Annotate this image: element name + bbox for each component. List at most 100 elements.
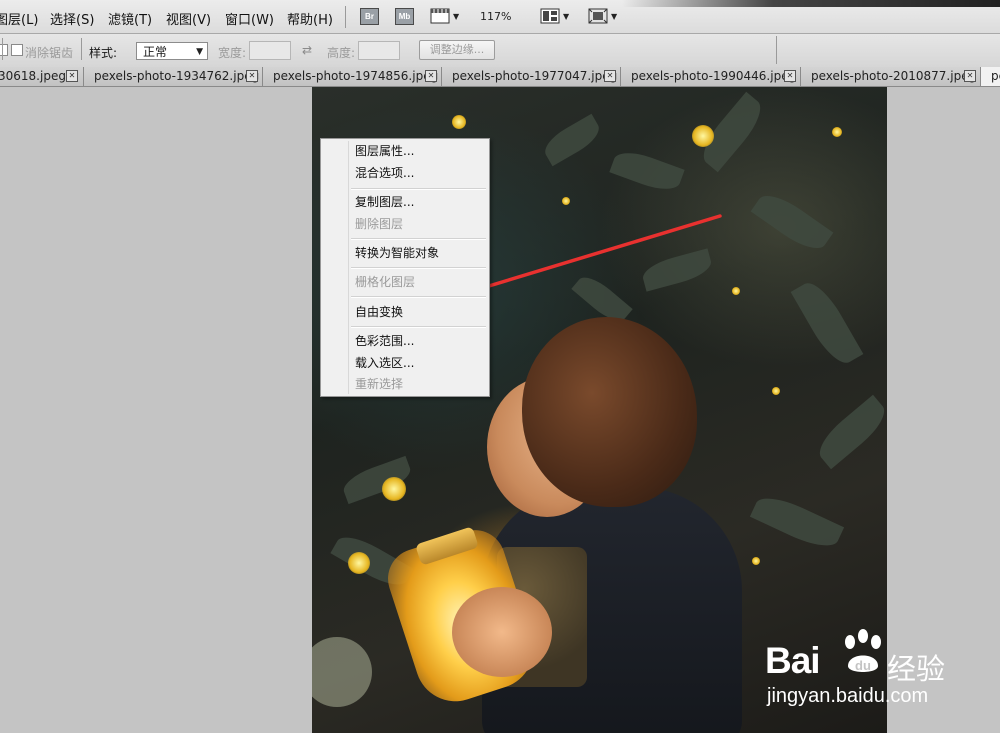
- menu-window[interactable]: 窗口(W): [225, 9, 274, 28]
- watermark-brand-right: 经验: [887, 652, 946, 686]
- options-separator: [776, 36, 777, 64]
- chevron-down-icon: ▼: [196, 47, 203, 57]
- watermark-brand-left: Bai: [765, 640, 821, 681]
- view-extras-icon: [430, 8, 450, 24]
- tab-document[interactable]: pexels-photo-1974856.jpeg ✕: [263, 67, 442, 86]
- photo-foliage: [749, 489, 845, 555]
- photo-bokeh: [772, 387, 780, 395]
- style-label: 样式:: [89, 46, 118, 60]
- tab-document[interactable]: 30618.jpeg ✕: [0, 67, 84, 86]
- close-icon[interactable]: ✕: [66, 70, 78, 82]
- options-bar: 消除锯齿 样式: 正常 ▼ 宽度: ⇄ 高度: 调整边缘...: [0, 34, 1000, 68]
- menu-item-duplicate-layer[interactable]: 复制图层...: [355, 193, 414, 211]
- chevron-down-icon: ▼: [563, 11, 570, 21]
- photo-bokeh: [348, 552, 370, 574]
- options-separator: [81, 38, 82, 60]
- photo-bokeh: [382, 477, 406, 501]
- photo-bokeh: [832, 127, 842, 137]
- menu-bar: 图层(L) 选择(S) 滤镜(T) 视图(V) 窗口(W) 帮助(H) Br M…: [0, 0, 1000, 34]
- menu-layer[interactable]: 图层(L): [0, 9, 38, 28]
- menu-item-reselect[interactable]: 重新选择: [355, 375, 403, 393]
- launch-mini-bridge-button[interactable]: Mb: [395, 6, 414, 26]
- arrange-documents-icon: [540, 8, 560, 24]
- style-select[interactable]: 正常 ▼: [136, 42, 208, 60]
- menu-item-delete-layer[interactable]: 删除图层: [355, 215, 403, 233]
- arrange-documents-button[interactable]: ▼: [540, 6, 569, 26]
- width-field[interactable]: [249, 41, 291, 60]
- menu-select[interactable]: 选择(S): [50, 9, 94, 28]
- baidu-jingyan-watermark: Bai du 经验 jingyan.baidu.com: [762, 628, 992, 713]
- window-titlebar-edge: [622, 0, 1000, 7]
- close-icon[interactable]: ✕: [246, 70, 258, 82]
- menu-help[interactable]: 帮助(H): [287, 9, 333, 28]
- tab-document[interactable]: pexels-photo-1977047.jpeg ✕: [442, 67, 621, 86]
- photo-foliage: [539, 113, 605, 167]
- photo-foliage: [790, 276, 864, 370]
- document-tab-bar: 30618.jpeg ✕ pexels-photo-1934762.jpeg ✕…: [0, 67, 1000, 87]
- antialias-checkbox[interactable]: [11, 44, 23, 56]
- close-icon[interactable]: ✕: [784, 70, 796, 82]
- close-icon[interactable]: ✕: [425, 70, 437, 82]
- menu-separator: [345, 6, 346, 28]
- photo-bokeh: [562, 197, 570, 205]
- menu-item-layer-properties[interactable]: 图层属性...: [355, 142, 414, 160]
- mini-bridge-icon: Mb: [395, 7, 414, 25]
- tab-label: pexels-photo-1990446.jpeg: [631, 69, 797, 83]
- tab-label: pexels-photo-2010877.jpeg: [811, 69, 977, 83]
- menu-separator: [351, 188, 486, 190]
- photo-foliage: [750, 186, 834, 258]
- menu-item-rasterize-layer[interactable]: 栅格化图层: [355, 273, 415, 291]
- height-field[interactable]: [358, 41, 400, 60]
- chevron-down-icon: ▼: [611, 11, 618, 21]
- menu-item-color-range[interactable]: 色彩范围...: [355, 332, 414, 350]
- screen-mode-button[interactable]: ▼: [588, 6, 617, 26]
- photo-bokeh: [732, 287, 740, 295]
- close-icon[interactable]: ✕: [964, 70, 976, 82]
- layer-context-menu: 图层属性... 混合选项... 复制图层... 删除图层 转换为智能对象 栅格化…: [320, 138, 490, 397]
- tab-label: pe: [991, 69, 1000, 83]
- menu-item-blending-options[interactable]: 混合选项...: [355, 164, 414, 182]
- tab-document[interactable]: pexels-photo-1934762.jpeg ✕: [84, 67, 263, 86]
- photo-bokeh: [312, 637, 372, 707]
- photo-bokeh: [692, 125, 714, 147]
- menu-view[interactable]: 视图(V): [166, 9, 211, 28]
- bridge-icon: Br: [360, 7, 379, 25]
- svg-text:du: du: [855, 658, 871, 673]
- close-icon[interactable]: ✕: [604, 70, 616, 82]
- height-label: 高度:: [327, 46, 356, 60]
- tab-label: 30618.jpeg: [0, 69, 66, 83]
- tab-label: pexels-photo-1934762.jpeg: [94, 69, 260, 83]
- menu-item-free-transform[interactable]: 自由变换: [355, 303, 403, 321]
- photo-foliage: [639, 248, 715, 292]
- launch-bridge-button[interactable]: Br: [360, 6, 379, 26]
- menu-filter[interactable]: 滤镜(T): [108, 9, 152, 28]
- baidu-paw-icon: du: [845, 629, 881, 673]
- photo-child-hair: [522, 317, 697, 507]
- tab-label: pexels-photo-1974856.jpeg: [273, 69, 439, 83]
- swap-icon[interactable]: ⇄: [302, 43, 312, 57]
- photo-foliage: [339, 455, 415, 505]
- menu-separator: [351, 238, 486, 240]
- antialias-label: 消除锯齿: [25, 46, 74, 60]
- photo-bokeh: [752, 557, 760, 565]
- menu-item-load-selection[interactable]: 载入选区...: [355, 354, 414, 372]
- refine-edge-button[interactable]: 调整边缘...: [419, 40, 495, 60]
- photo-foliage: [811, 394, 887, 470]
- menu-item-convert-to-smart-object[interactable]: 转换为智能对象: [355, 244, 439, 262]
- photo-foliage: [609, 145, 685, 197]
- tab-document[interactable]: pexels-photo-1990446.jpeg ✕: [621, 67, 801, 86]
- photo-bokeh: [452, 115, 466, 129]
- tab-document-active[interactable]: pe: [981, 67, 1000, 86]
- chevron-down-icon: ▼: [453, 11, 460, 21]
- menu-separator: [351, 326, 486, 328]
- menu-separator: [351, 267, 486, 269]
- tab-document[interactable]: pexels-photo-2010877.jpeg ✕: [801, 67, 981, 86]
- menu-separator: [351, 296, 486, 298]
- style-select-value: 正常: [143, 45, 168, 59]
- tab-label: pexels-photo-1977047.jpeg: [452, 69, 618, 83]
- zoom-level[interactable]: 117%: [480, 10, 511, 23]
- view-extras-button[interactable]: ▼: [430, 6, 459, 26]
- options-separator: [2, 38, 3, 60]
- menu-icon-gutter: [348, 141, 349, 394]
- width-label: 宽度:: [218, 46, 247, 60]
